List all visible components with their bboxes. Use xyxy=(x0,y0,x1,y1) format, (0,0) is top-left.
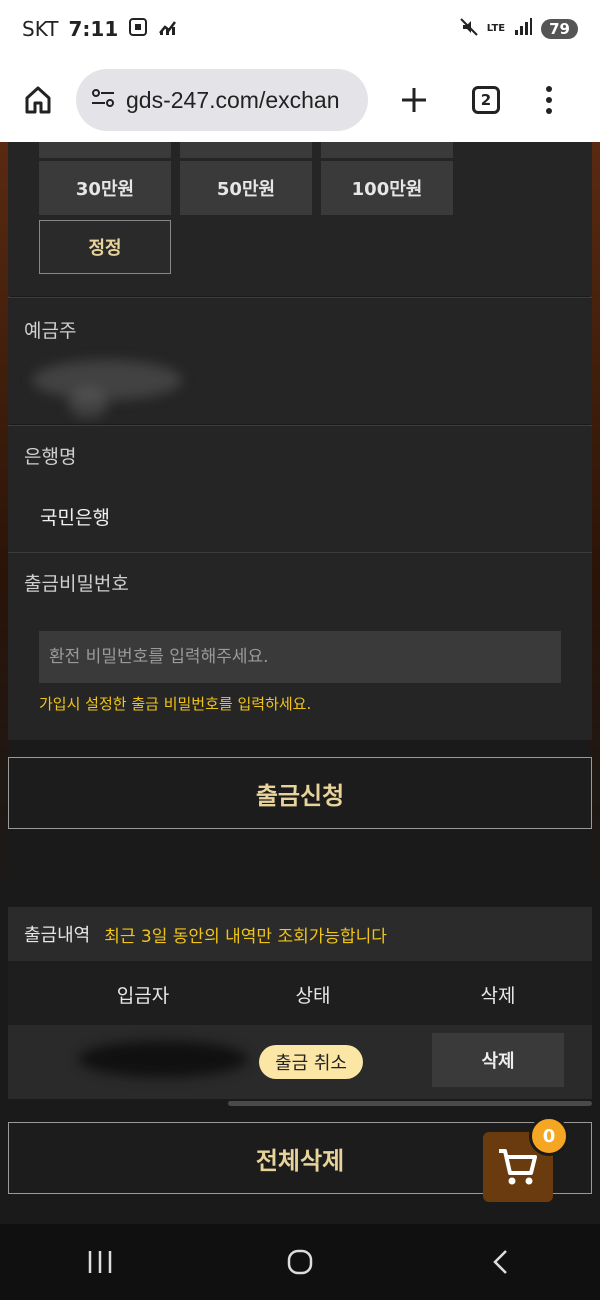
battery-level: 79 xyxy=(541,19,578,39)
status-badge: 출금 취소 xyxy=(259,1045,363,1079)
withdraw-password-input[interactable] xyxy=(39,631,561,683)
history-note: 최근 3일 동안의 내역만 조회가능합니다 xyxy=(104,926,387,947)
amount-button-30[interactable]: 30만원 xyxy=(39,161,171,215)
mute-icon xyxy=(459,17,479,42)
back-icon xyxy=(493,1250,507,1274)
table-row: 출금 취소 삭제 xyxy=(8,1025,592,1099)
redacted-value xyxy=(32,360,182,400)
plus-icon xyxy=(402,88,426,112)
cart-icon xyxy=(499,1149,537,1185)
history-header: 출금내역 최근 3일 동안의 내역만 조회가능합니다 xyxy=(8,907,592,961)
amount-panel: 30만원 50만원 100만원 정정 xyxy=(8,142,592,296)
home-circle-icon xyxy=(287,1249,313,1275)
page-content: 30만원 50만원 100만원 정정 예금주 은행명 국민은행 출금비밀번호 가… xyxy=(0,142,600,1224)
browser-toolbar: gds-247.com/exchan 2 xyxy=(0,58,600,142)
redacted-depositor xyxy=(78,1041,248,1077)
signal-icon xyxy=(513,17,533,42)
status-bar: SKT 7:11 LTE 79 xyxy=(0,0,600,58)
amount-button-partial[interactable] xyxy=(321,142,453,158)
bank-section: 은행명 국민은행 xyxy=(8,426,592,552)
dot-icon xyxy=(546,97,552,103)
system-nav-bar xyxy=(0,1224,600,1300)
correct-button[interactable]: 정정 xyxy=(39,220,171,274)
more-menu-button[interactable] xyxy=(544,86,554,114)
new-tab-button[interactable] xyxy=(394,80,434,120)
recent-apps-button[interactable] xyxy=(70,1242,130,1282)
horizontal-scrollbar[interactable] xyxy=(228,1101,592,1106)
withdraw-submit-button[interactable]: 출금신청 xyxy=(8,757,592,829)
column-header-depositor: 입금자 xyxy=(116,985,170,1007)
bank-value: 국민은행 xyxy=(40,507,110,529)
screenshot-icon xyxy=(128,17,148,42)
amount-button-100[interactable]: 100만원 xyxy=(321,161,453,215)
history-title: 출금내역 xyxy=(24,925,91,946)
dot-icon xyxy=(546,108,552,114)
row-delete-button[interactable]: 삭제 xyxy=(432,1033,564,1087)
site-settings-icon[interactable] xyxy=(90,87,116,113)
password-label: 출금비밀번호 xyxy=(24,573,129,595)
home-nav-button[interactable] xyxy=(270,1242,330,1282)
amount-button-partial[interactable] xyxy=(39,142,171,158)
account-holder-section: 예금주 xyxy=(8,298,592,424)
account-holder-label: 예금주 xyxy=(24,320,77,342)
carrier-label: SKT xyxy=(22,17,59,41)
address-bar[interactable]: gds-247.com/exchan xyxy=(76,69,368,131)
cart-count-badge: 0 xyxy=(529,1116,569,1156)
column-header-status: 상태 xyxy=(295,985,331,1007)
table-header: 입금자 상태 삭제 xyxy=(8,961,592,1025)
dot-icon xyxy=(546,86,552,92)
column-header-delete: 삭제 xyxy=(480,985,516,1007)
redacted-value xyxy=(68,388,108,418)
bank-label: 은행명 xyxy=(24,446,77,468)
network-type: LTE xyxy=(486,23,506,34)
chart-icon xyxy=(158,17,178,42)
amount-button-50[interactable]: 50만원 xyxy=(180,161,312,215)
home-button[interactable] xyxy=(14,76,62,124)
password-hint: 가입시 설정한 출금 비밀번호를 입력하세요. xyxy=(39,695,312,713)
url-text: gds-247.com/exchan xyxy=(126,86,340,113)
amount-button-partial[interactable] xyxy=(180,142,312,158)
clock: 7:11 xyxy=(68,17,119,41)
tab-switcher-button[interactable]: 2 xyxy=(472,86,500,114)
recent-apps-icon xyxy=(88,1251,112,1273)
home-icon xyxy=(25,86,51,114)
back-button[interactable] xyxy=(470,1242,530,1282)
